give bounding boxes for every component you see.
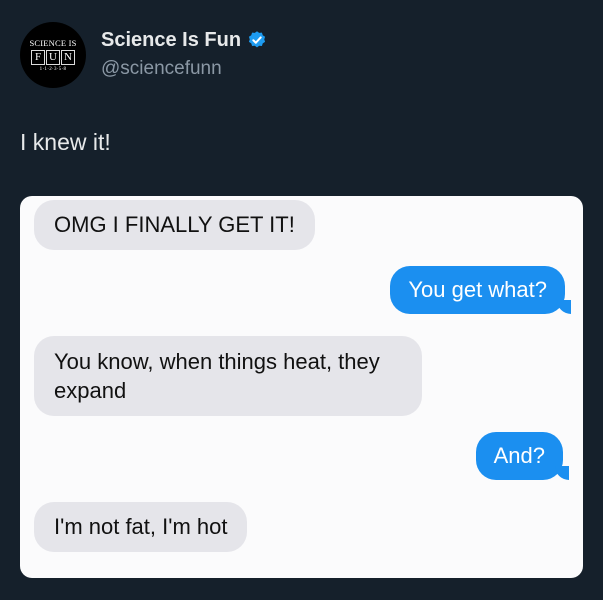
chat-screenshot[interactable]: OMG I FINALLY GET IT! You get what? You … [20,196,583,578]
avatar-letter: N [61,50,75,65]
author-name-row: Science Is Fun [101,28,267,52]
verified-badge-icon [248,31,266,48]
author-name[interactable]: Science Is Fun [101,28,241,52]
sent-message-bubble: And? [475,432,563,480]
tweet-text: I knew it! [20,129,111,155]
received-message-bubble: I'm not fat, I'm hot [34,502,248,552]
avatar[interactable]: SCIENCE IS F U N 1·1·2·3·5·8 [20,22,86,88]
received-message-bubble: OMG I FINALLY GET IT! [34,200,315,250]
avatar-letter: U [46,50,60,65]
avatar-bottom-text: 1·1·2·3·5·8 [39,67,67,72]
bubble-tail [555,466,569,480]
author-handle[interactable]: @sciencefunn [101,57,267,81]
received-message-bubble: You know, when things heat, they expand [34,336,422,416]
bubble-tail [557,300,571,314]
avatar-letter: F [31,50,45,65]
author-info: Science Is Fun @sciencefunn [101,28,267,81]
sent-message-bubble: You get what? [390,266,565,314]
avatar-letters: F U N [31,50,76,65]
avatar-top-text: SCIENCE IS [29,38,77,48]
